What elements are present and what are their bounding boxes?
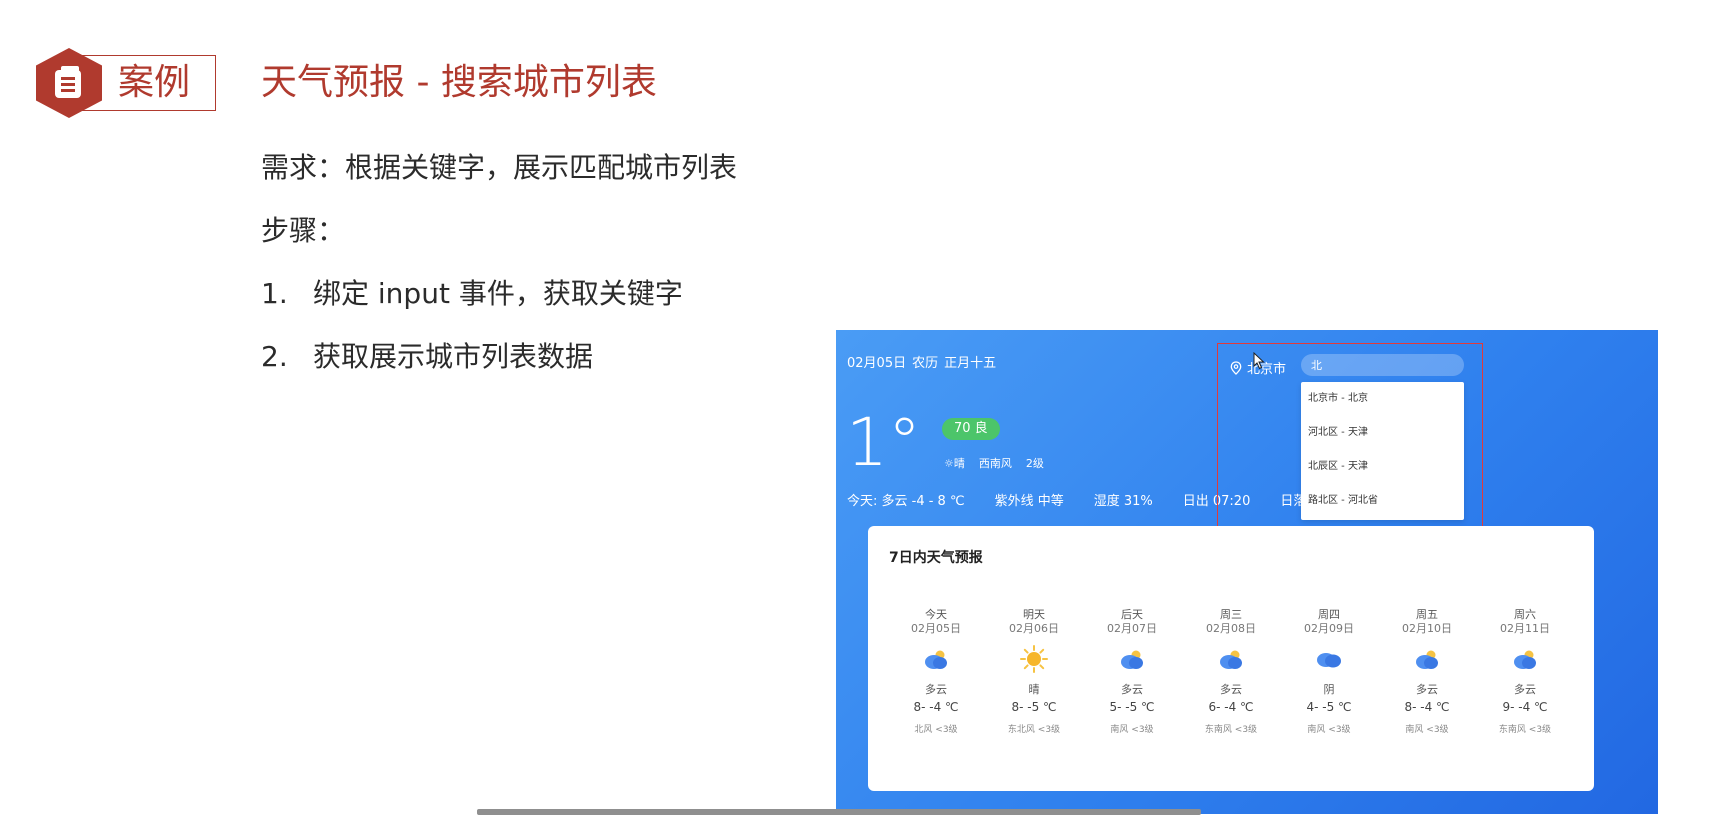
forecast-temperature: 8- -4 ℃ — [1404, 700, 1450, 714]
document-icon — [55, 66, 81, 98]
lunar-date: 正月十五 — [944, 356, 997, 371]
mouse-cursor-icon — [1253, 352, 1265, 370]
cloudy-icon — [1378, 636, 1476, 682]
case-badge-label: 案例 — [118, 62, 191, 103]
horizontal-scrollbar[interactable] — [477, 809, 1201, 815]
uv-index: 紫外线 中等 — [994, 494, 1064, 509]
forecast-day-name: 周三 — [1220, 608, 1242, 621]
forecast-temperature: 6- -4 ℃ — [1208, 700, 1254, 714]
humidity: 湿度 31% — [1093, 494, 1153, 509]
forecast-wind: 南风 <3级 — [1307, 725, 1351, 735]
forecast-weather: 多云 — [1514, 683, 1536, 696]
city-search-input[interactable] — [1301, 354, 1464, 376]
forecast-date: 02月11日 — [1500, 622, 1550, 635]
lunar-label: 农历 — [912, 356, 939, 371]
overcast-icon — [1280, 636, 1378, 682]
slide-title: 天气预报 - 搜索城市列表 — [261, 62, 657, 103]
date-info: 02月05日 农历 正月十五 — [847, 352, 1002, 371]
forecast-weather: 多云 — [1121, 683, 1143, 696]
forecast-temperature: 5- -5 ℃ — [1109, 700, 1155, 714]
forecast-day: 周五 02月10日 多云 8- -4 ℃ 南风 <3级 — [1378, 608, 1476, 735]
cloudy-icon — [887, 636, 985, 682]
forecast-card: 7日内天气预报 今天 02月05日 多云 8- -4 ℃ 北风 <3级 明天 02月06日晴… — [868, 526, 1594, 791]
forecast-temperature: 8- -4 ℃ — [913, 700, 959, 714]
forecast-weather: 多云 — [1220, 683, 1242, 696]
condition-text: ☼晴 — [944, 457, 965, 470]
forecast-date: 02月10日 — [1402, 622, 1452, 635]
forecast-wind: 东南风 <3级 — [1204, 725, 1258, 735]
forecast-day: 周四 02月09日阴 4- -5 ℃ 南风 <3级 — [1280, 608, 1378, 735]
current-condition: ☼晴 西南风 2级 — [944, 455, 1058, 471]
sun-icon — [985, 636, 1083, 682]
forecast-title: 7日内天气预报 — [889, 550, 983, 566]
forecast-wind: 南风 <3级 — [1405, 725, 1449, 735]
forecast-date: 02月07日 — [1107, 622, 1157, 635]
weather-app: 02月05日 农历 正月十五 1° 70 良 ☼晴 西南风 2级 今天: 多云 -4 -… — [836, 330, 1658, 814]
forecast-date: 02月09日 — [1304, 622, 1354, 635]
step-item: 2. 获取展示城市列表数据 — [261, 337, 593, 377]
forecast-day: 周三 02月08日 多云 6- -4 ℃ 东南风 <3级 — [1182, 608, 1280, 735]
forecast-day-name: 明天 — [1023, 608, 1045, 621]
forecast-day: 周六 02月11日 多云 9- -4 ℃ 东南风 <3级 — [1476, 608, 1574, 735]
forecast-day: 今天 02月05日 多云 8- -4 ℃ 北风 <3级 — [887, 608, 985, 735]
step-number: 1. — [261, 277, 288, 310]
forecast-temperature: 4- -5 ℃ — [1306, 700, 1352, 714]
wind-level: 2级 — [1025, 457, 1044, 470]
forecast-day-name: 周六 — [1514, 608, 1536, 621]
forecast-weather: 多云 — [1416, 683, 1438, 696]
forecast-date: 02月08日 — [1206, 622, 1256, 635]
location-pin-icon — [1230, 360, 1242, 375]
requirement-text: 需求：根据关键字，展示匹配城市列表 — [261, 151, 738, 184]
aqi-badge: 70 良 — [942, 418, 1000, 440]
forecast-wind: 北风 <3级 — [914, 725, 958, 735]
forecast-wind: 东南风 <3级 — [1498, 725, 1552, 735]
forecast-date: 02月06日 — [1009, 622, 1059, 635]
wind-direction: 西南风 — [978, 457, 1012, 470]
city-option[interactable]: 北京市 - 北京 — [1301, 382, 1464, 416]
forecast-date: 02月05日 — [911, 622, 961, 635]
city-option[interactable]: 路北区 - 河北省 — [1301, 484, 1464, 518]
cloudy-icon — [1182, 636, 1280, 682]
city-option[interactable]: 河北区 - 天津 — [1301, 416, 1464, 450]
forecast-day-name: 后天 — [1121, 608, 1143, 621]
cloudy-icon — [1083, 636, 1181, 682]
current-temperature: 1° — [846, 404, 921, 481]
forecast-day: 后天 02月07日 多云 5- -5 ℃ 南风 <3级 — [1083, 608, 1181, 735]
city-dropdown-list: 北京市 - 北京 河北区 - 天津 北辰区 - 天津 路北区 - 河北省 — [1301, 382, 1464, 520]
forecast-day-name: 周五 — [1416, 608, 1438, 621]
steps-label: 步骤： — [261, 214, 346, 247]
city-search-area: 北京市 北京市 - 北京 河北区 - 天津 北辰区 - 天津 路北区 - 河北省 — [1217, 343, 1483, 528]
step-number: 2. — [261, 340, 288, 373]
forecast-day: 明天 02月06日晴 8- -5 ℃ 东北风 <3级 — [985, 608, 1083, 735]
forecast-wind: 东北风 <3级 — [1007, 725, 1061, 735]
today-range: 今天: 多云 -4 - 8 ℃ — [847, 494, 965, 509]
forecast-weather: 多云 — [925, 683, 947, 696]
forecast-temperature: 9- -4 ℃ — [1502, 700, 1548, 714]
forecast-weather: 阴 — [1323, 683, 1335, 696]
forecast-weather: 晴 — [1028, 683, 1040, 696]
forecast-temperature: 8- -5 ℃ — [1011, 700, 1057, 714]
step-text: 获取展示城市列表数据 — [313, 340, 594, 373]
cloudy-icon — [1476, 636, 1574, 682]
step-text: 绑定 input 事件，获取关键字 — [313, 277, 683, 310]
current-date: 02月05日 — [847, 356, 907, 371]
step-item: 1. 绑定 input 事件，获取关键字 — [261, 274, 683, 314]
forecast-wind: 南风 <3级 — [1110, 725, 1154, 735]
city-option[interactable]: 北辰区 - 天津 — [1301, 450, 1464, 484]
forecast-day-name: 周四 — [1318, 608, 1340, 621]
forecast-day-name: 今天 — [925, 608, 947, 621]
